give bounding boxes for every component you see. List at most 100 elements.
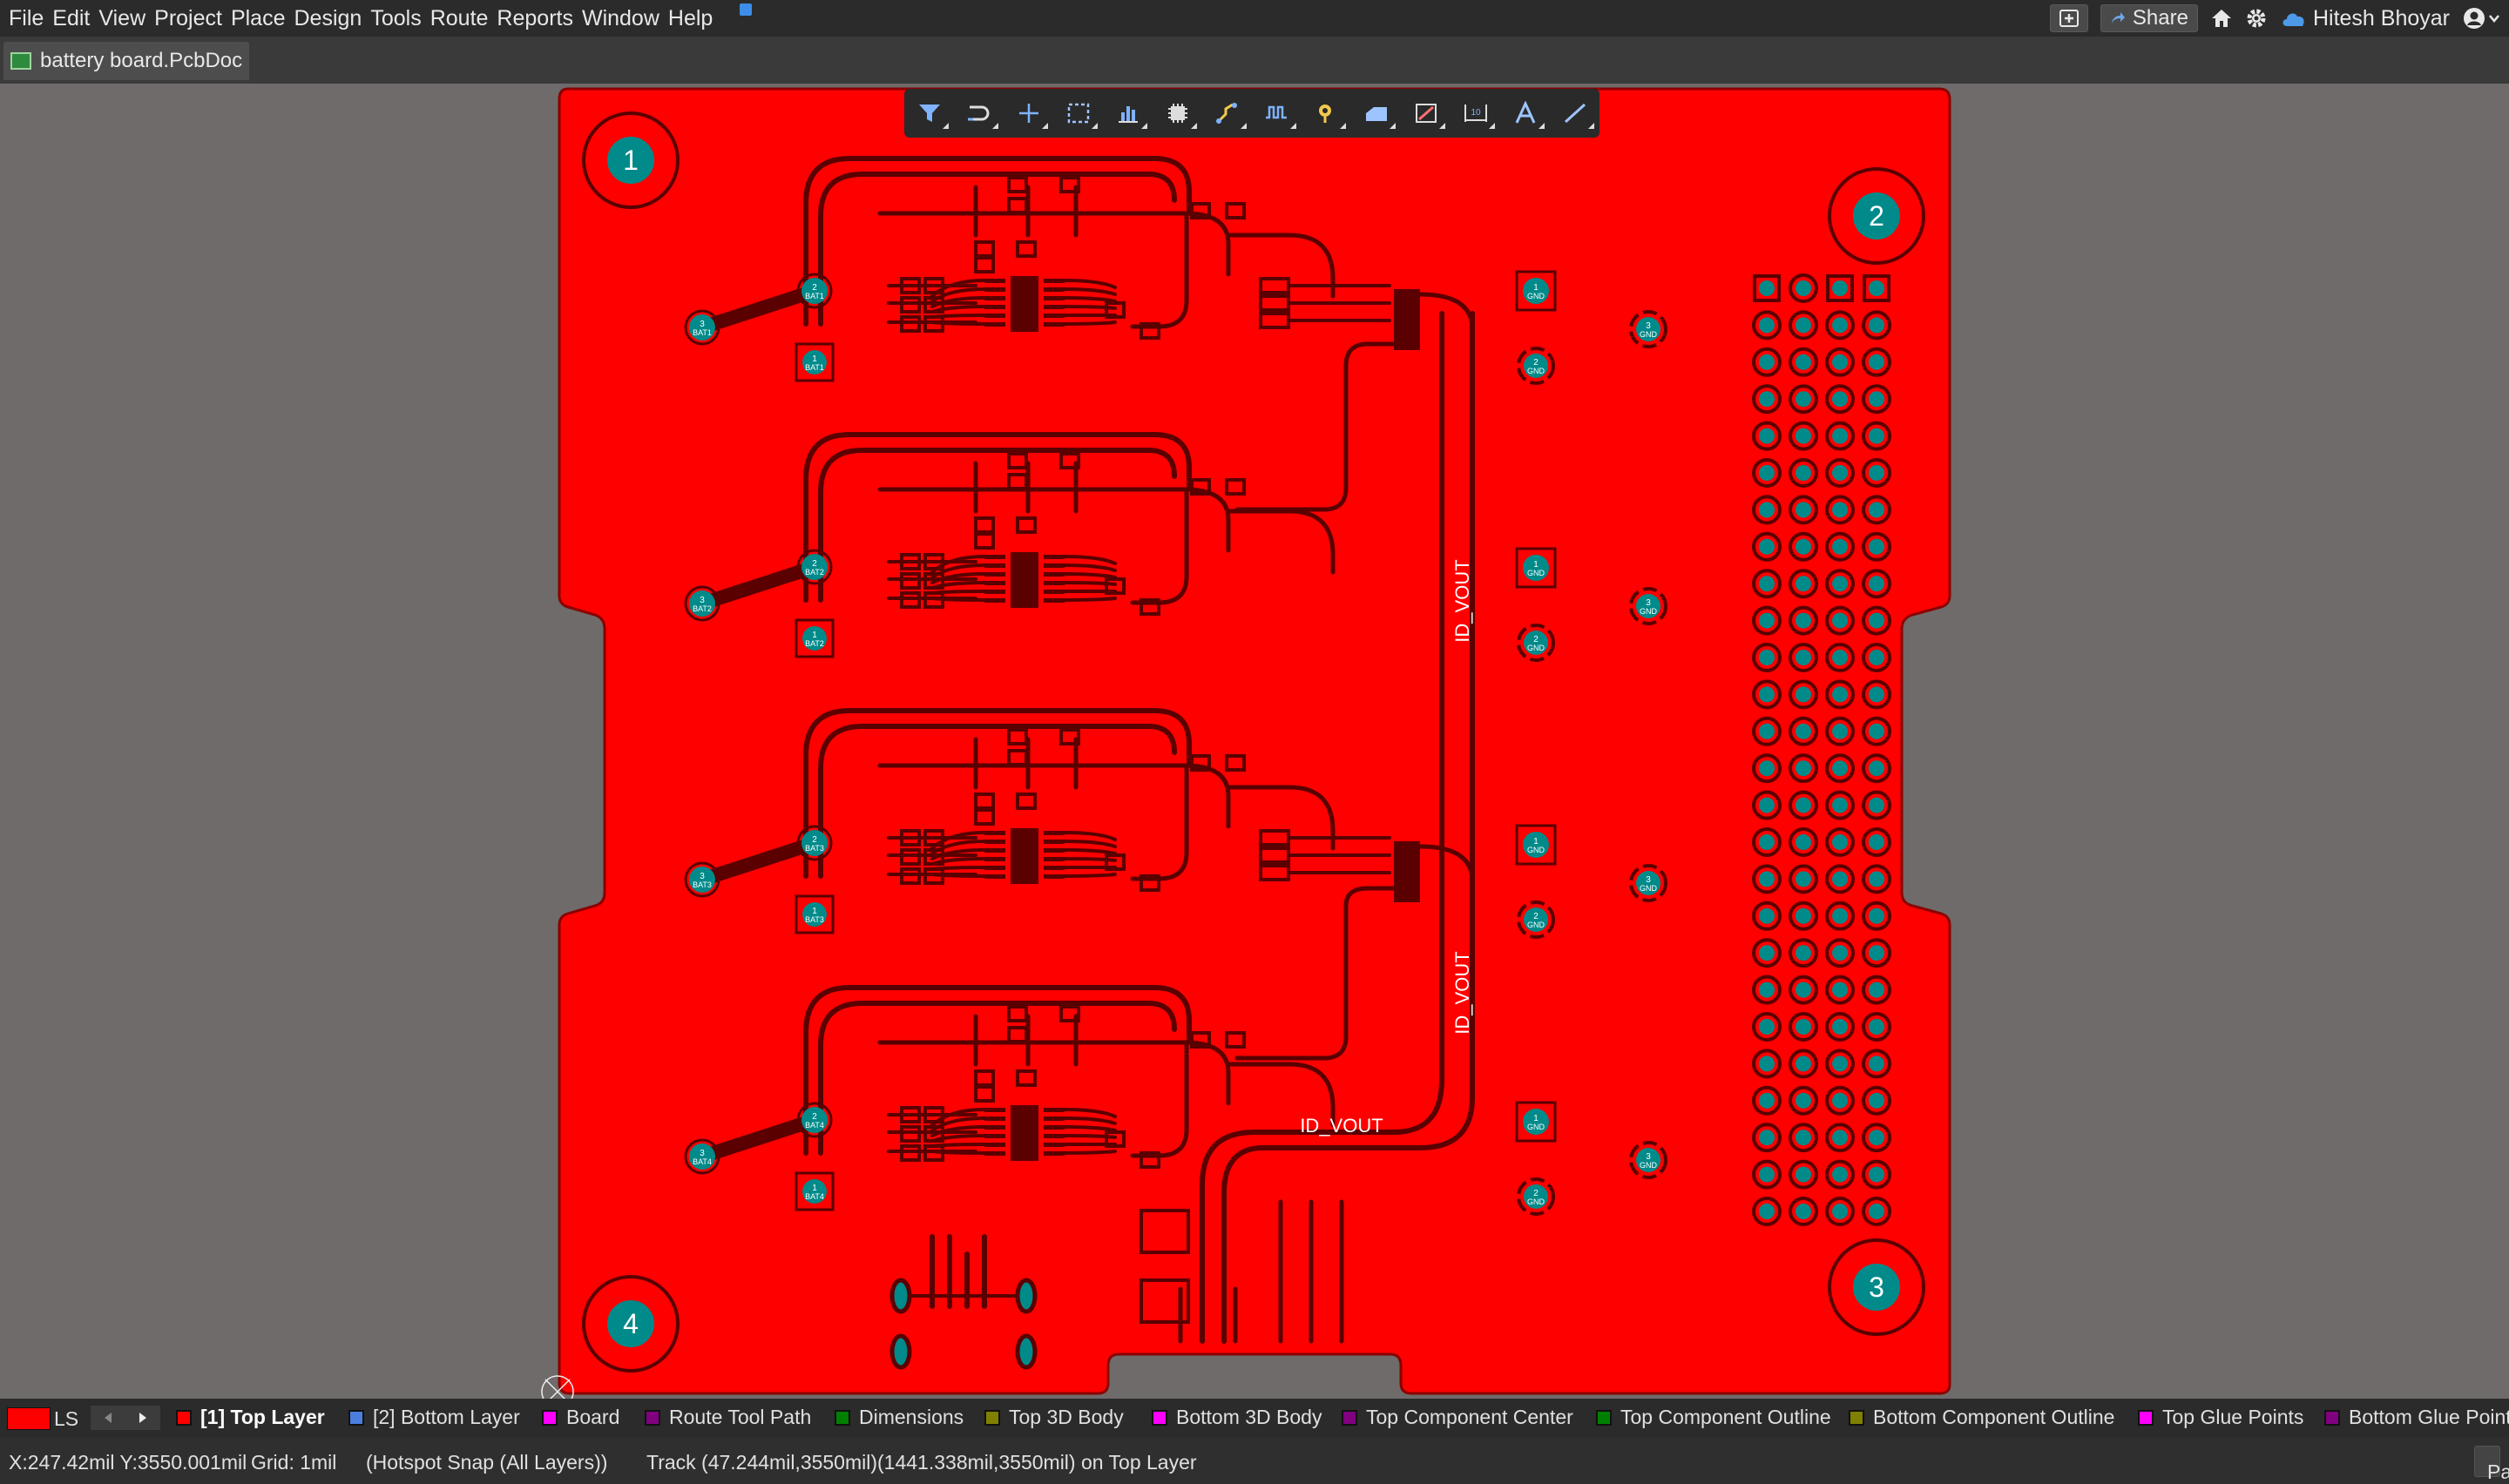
cross-icon[interactable] xyxy=(1011,96,1048,131)
layer-color-swatch xyxy=(176,1409,192,1426)
pin-copper xyxy=(1869,1166,1884,1183)
menu-tools[interactable]: Tools xyxy=(370,6,421,31)
pcb-board[interactable]: ID_VOUTID_VOUTID_VOUT 12342BAT13BAT11BAT… xyxy=(0,84,2509,1399)
pin-copper xyxy=(1832,723,1848,739)
menu-view[interactable]: View xyxy=(98,6,145,31)
home-icon[interactable] xyxy=(2210,8,2233,29)
round-pad[interactable]: 2BAT1 xyxy=(796,273,833,309)
chevron-right-icon[interactable] xyxy=(127,1406,159,1430)
pin-copper xyxy=(1759,1130,1775,1146)
ic-pin xyxy=(1044,1151,1065,1156)
pin-copper xyxy=(1796,723,1811,739)
round-pad[interactable]: 3BAT3 xyxy=(684,861,720,898)
layer-tab-label: Board xyxy=(566,1406,620,1428)
layer-tab[interactable]: [1] Top Layer xyxy=(176,1406,325,1429)
connector-slot-pad[interactable] xyxy=(889,1333,912,1370)
menu-file[interactable]: File xyxy=(9,6,44,31)
current-layer-swatch[interactable] xyxy=(7,1407,51,1430)
ic-pin xyxy=(984,598,1005,603)
menu-route[interactable]: Route xyxy=(430,6,489,31)
chart-icon[interactable] xyxy=(1111,96,1147,131)
round-pad[interactable]: 3BAT4 xyxy=(684,1138,720,1175)
layer-color-swatch xyxy=(645,1409,660,1426)
document-tab-bar: battery board.PcbDoc xyxy=(0,37,2509,84)
polygon-icon[interactable] xyxy=(1359,96,1396,131)
ic-pin xyxy=(984,555,1005,559)
user-avatar-icon[interactable] xyxy=(2462,6,2500,30)
pin-copper xyxy=(1832,1130,1848,1146)
connector-slot-pad[interactable] xyxy=(1015,1278,1038,1314)
layer-scroll-buttons xyxy=(91,1406,160,1430)
layer-tab[interactable]: Dimensions xyxy=(835,1406,964,1429)
cursor-coordinates: X:247.42mil Y:3550.001mil xyxy=(9,1451,247,1474)
via-icon[interactable] xyxy=(1309,96,1346,131)
ic-pin xyxy=(1044,1108,1065,1112)
filter-icon[interactable] xyxy=(912,96,949,131)
menu-edit[interactable]: Edit xyxy=(52,6,90,31)
pin-copper xyxy=(1832,391,1848,408)
ic-pin xyxy=(984,296,1005,300)
layer-tab[interactable]: Board xyxy=(542,1406,619,1429)
menu-design[interactable]: Design xyxy=(294,6,362,31)
pin-copper xyxy=(1759,354,1775,370)
ic-pin xyxy=(984,874,1005,879)
panels-button[interactable]: Panels xyxy=(2474,1446,2509,1483)
share-button[interactable]: Share xyxy=(2100,4,2198,32)
ic-pin xyxy=(984,1116,1005,1121)
pad-net-label: BAT4 xyxy=(805,1192,824,1201)
layer-tab[interactable]: Top Glue Points xyxy=(2138,1406,2303,1429)
pin-copper xyxy=(1869,760,1884,777)
pin-copper xyxy=(1759,834,1775,850)
component-icon[interactable] xyxy=(1160,96,1197,131)
layer-tab[interactable]: Top Component Center xyxy=(1342,1406,1573,1429)
layer-tab-label: Top Component Outline xyxy=(1620,1406,1831,1428)
pin-copper xyxy=(1869,723,1884,739)
text-icon[interactable] xyxy=(1508,96,1545,131)
layer-color-swatch xyxy=(2324,1409,2340,1426)
connector-slot-pad[interactable] xyxy=(889,1278,912,1314)
layer-set-label[interactable]: LS xyxy=(54,1407,78,1431)
pcb-canvas[interactable]: ID_VOUT ID_VOUT ID_VOUT 1 2 3 4 2 BAT1 3 BAT1 1 BAT… xyxy=(0,84,2509,1399)
top-right-controls: Share Hitesh Bhoyar xyxy=(2049,3,2500,33)
layer-tab[interactable]: Bottom Component Outline xyxy=(1849,1406,2114,1429)
pin-copper xyxy=(1869,280,1884,296)
layer-tab[interactable]: Bottom 3D Body xyxy=(1152,1406,1322,1429)
document-tab[interactable]: battery board.PcbDoc xyxy=(3,42,250,80)
route-icon[interactable] xyxy=(1210,96,1247,131)
layer-tab[interactable]: Top Component Outline xyxy=(1596,1406,1831,1429)
round-pad[interactable]: 2BAT3 xyxy=(796,825,833,861)
menu-window[interactable]: Window xyxy=(582,6,659,31)
chevron-left-icon[interactable] xyxy=(92,1406,124,1430)
user-account[interactable]: Hitesh Bhoyar xyxy=(2280,6,2450,31)
layer-color-swatch xyxy=(2138,1409,2154,1426)
gear-icon[interactable] xyxy=(2245,7,2268,30)
connector-slot-pad[interactable] xyxy=(1015,1333,1038,1370)
copper-track xyxy=(1063,1150,1117,1155)
line-icon[interactable] xyxy=(1558,96,1594,131)
round-pad[interactable]: 3BAT1 xyxy=(684,309,720,346)
interactive-route-icon[interactable] xyxy=(962,96,998,131)
add-button[interactable] xyxy=(2049,4,2088,32)
layer-color-swatch xyxy=(835,1409,850,1426)
round-pad[interactable]: 3BAT2 xyxy=(684,585,720,622)
pin-copper xyxy=(1832,612,1848,629)
ic-pin xyxy=(984,322,1005,327)
help-badge-icon xyxy=(740,3,752,16)
menu-reports[interactable]: Reports xyxy=(497,6,573,31)
menu-place[interactable]: Place xyxy=(231,6,286,31)
menu-help[interactable]: Help xyxy=(668,6,713,31)
pin-copper xyxy=(1759,465,1775,481)
menu-project[interactable]: Project xyxy=(154,6,222,31)
select-rect-icon[interactable] xyxy=(1061,96,1098,131)
pin-copper xyxy=(1759,797,1775,813)
ic-body xyxy=(1011,552,1038,608)
layer-tab[interactable]: [2] Bottom Layer xyxy=(348,1406,520,1429)
layer-tab[interactable]: Top 3D Body xyxy=(984,1406,1124,1429)
round-pad[interactable]: 2BAT4 xyxy=(796,1102,833,1138)
keepout-icon[interactable] xyxy=(1409,96,1445,131)
layer-tab[interactable]: Route Tool Path xyxy=(645,1406,811,1429)
layer-tab[interactable]: Bottom Glue Points xyxy=(2324,1406,2509,1429)
dimension-icon[interactable]: 10 xyxy=(1458,96,1495,131)
length-tune-icon[interactable] xyxy=(1260,96,1296,131)
round-pad[interactable]: 2BAT2 xyxy=(796,549,833,585)
